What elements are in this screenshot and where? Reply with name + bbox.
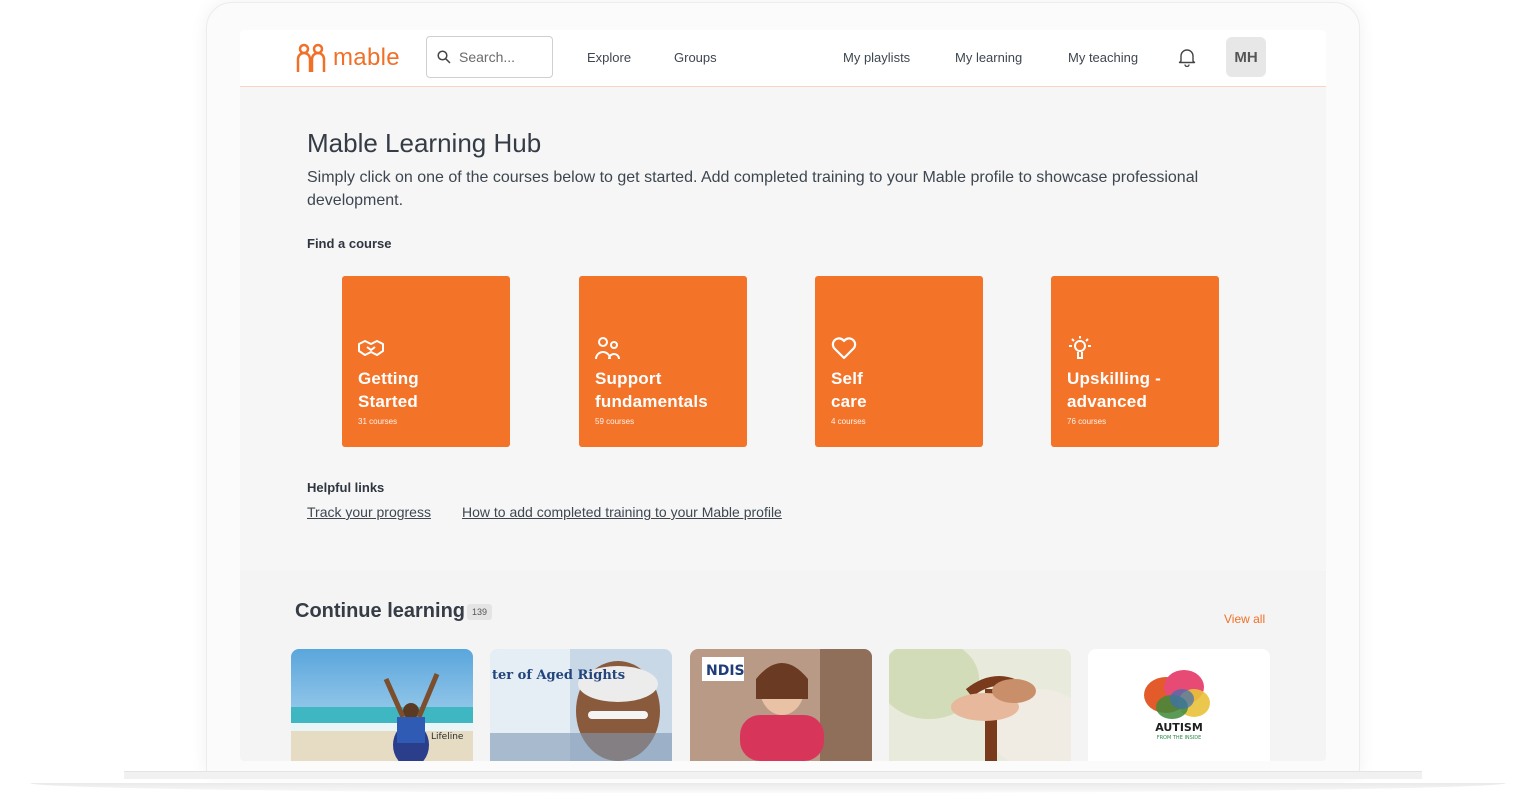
tile-title-line1: Support xyxy=(595,369,662,388)
nav-my-teaching[interactable]: My teaching xyxy=(1068,50,1138,65)
laptop-base-top xyxy=(124,771,1422,779)
search-input[interactable]: Search... xyxy=(426,36,553,78)
continue-learning-title: Continue learning xyxy=(295,600,465,622)
course-card-autism[interactable]: AUTISM FROM THE INSIDE xyxy=(1088,649,1270,761)
tile-title: Support fundamentals xyxy=(595,367,745,413)
logo-text: mable xyxy=(333,44,400,71)
tile-title-line2: care xyxy=(831,392,867,411)
autism-subtitle-text: FROM THE INSIDE xyxy=(1157,735,1202,741)
lightbulb-icon xyxy=(1069,336,1091,359)
course-card-beach[interactable]: Lifeline xyxy=(291,649,473,761)
tile-title-line2: fundamentals xyxy=(595,392,708,411)
nav-my-playlists[interactable]: My playlists xyxy=(843,50,910,65)
aged-rights-thumbnail: ter of Aged Rights xyxy=(490,649,672,761)
card-logo-text: Lifeline xyxy=(431,732,464,742)
course-tile-getting-started[interactable]: Getting Started 31 courses xyxy=(342,276,510,447)
continue-learning-count-badge: 139 xyxy=(467,604,493,620)
walking-stick-thumbnail xyxy=(889,649,1071,761)
top-navbar: mable Search... Explore Groups My playli… xyxy=(240,30,1326,87)
page-description: Simply click on one of the courses below… xyxy=(307,169,1199,209)
autism-thumbnail: AUTISM FROM THE INSIDE xyxy=(1088,649,1270,761)
add-training-link[interactable]: How to add completed training to your Ma… xyxy=(462,504,782,520)
tile-title: Upskilling - advanced xyxy=(1067,367,1217,413)
tile-course-count: 31 courses xyxy=(358,417,398,426)
course-card-walking-stick[interactable] xyxy=(889,649,1071,761)
handshake-icon xyxy=(358,340,384,356)
tile-title-line2: Started xyxy=(358,392,418,411)
tile-course-count: 4 courses xyxy=(831,417,866,426)
laptop-base xyxy=(0,771,1536,797)
view-all-link[interactable]: View all xyxy=(1224,612,1265,626)
tile-course-count: 59 courses xyxy=(595,417,635,426)
find-course-label: Find a course xyxy=(307,236,392,251)
course-tile-self-care[interactable]: Self care 4 courses xyxy=(815,276,983,447)
tile-title: Self care xyxy=(831,367,981,413)
tile-title-line1: Getting xyxy=(358,369,419,388)
tile-title: Getting Started xyxy=(358,367,508,413)
autism-title-text: AUTISM xyxy=(1155,721,1203,734)
laptop-base-bottom xyxy=(30,783,1506,793)
mable-logo-icon xyxy=(296,43,326,72)
heart-icon xyxy=(831,337,857,360)
course-tile-support-fundamentals[interactable]: Support fundamentals 59 courses xyxy=(579,276,747,447)
track-progress-link[interactable]: Track your progress xyxy=(307,504,431,520)
tile-course-count: 76 courses xyxy=(1067,417,1107,426)
card-overlay-text: ter of Aged Rights xyxy=(492,668,625,683)
helpful-links-label: Helpful links xyxy=(307,480,385,495)
search-icon xyxy=(437,50,451,64)
ndis-logo-text: NDIS xyxy=(706,663,745,679)
beach-woman-thumbnail: Lifeline xyxy=(291,649,473,761)
tile-title-line1: Upskilling - xyxy=(1067,369,1162,388)
app-screen: mable Search... Explore Groups My playli… xyxy=(240,30,1326,761)
nav-my-learning[interactable]: My learning xyxy=(955,50,1022,65)
tile-title-line1: Self xyxy=(831,369,863,388)
mable-logo[interactable]: mable xyxy=(295,42,400,74)
page-title: Mable Learning Hub xyxy=(307,128,542,158)
user-avatar[interactable]: MH xyxy=(1226,37,1266,77)
course-card-ndis[interactable]: NDIS xyxy=(690,649,872,761)
course-card-aged-rights[interactable]: ter of Aged Rights xyxy=(490,649,672,761)
tile-title-line2: advanced xyxy=(1067,392,1148,411)
course-tile-upskilling-advanced[interactable]: Upskilling - advanced 76 courses xyxy=(1051,276,1219,447)
bell-icon[interactable] xyxy=(1178,47,1196,67)
people-icon xyxy=(595,337,620,360)
nav-explore[interactable]: Explore xyxy=(587,50,631,65)
search-placeholder: Search... xyxy=(459,49,516,65)
nav-groups[interactable]: Groups xyxy=(674,50,717,65)
ndis-thumbnail: NDIS xyxy=(690,649,872,761)
